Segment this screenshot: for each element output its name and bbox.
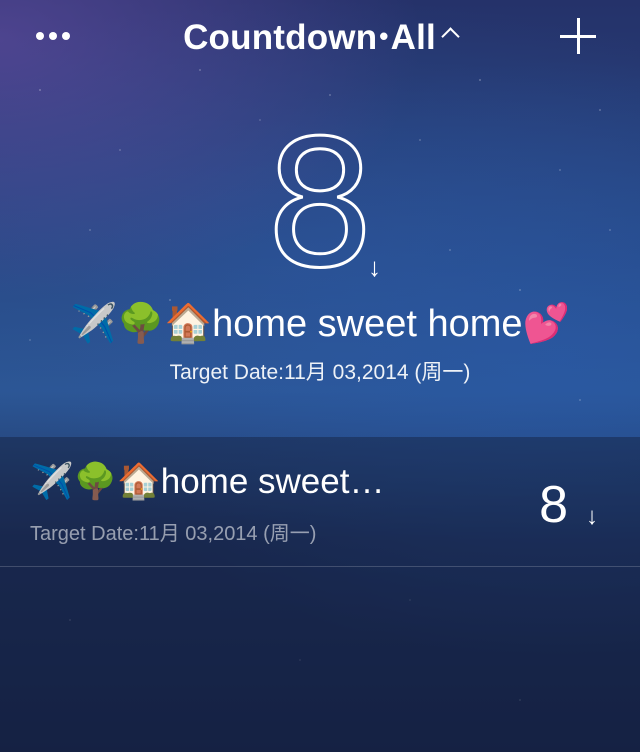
hero-days-count: 8 xyxy=(263,104,377,307)
list-item-title: ✈️🌳🏠home sweet… xyxy=(30,457,410,507)
add-button[interactable] xyxy=(558,16,598,56)
list-item-target-date: Target Date:11月 03,2014 (周一) xyxy=(30,523,317,545)
nav-bar: Countdown•All xyxy=(0,0,640,80)
list-item-days-count: 8 xyxy=(539,476,568,534)
countdown-list: ✈️🌳🏠home sweet… Target Date:11月 03,2014 … xyxy=(0,437,640,752)
list-item-title-text: home sweet… xyxy=(160,462,385,501)
title-separator: • xyxy=(379,21,389,51)
hero-event-title[interactable]: ✈️🌳🏠home sweet home💕 xyxy=(0,298,640,349)
category-selector[interactable]: Countdown•All xyxy=(0,18,640,58)
down-arrow-icon: ↓ xyxy=(586,503,598,530)
hero-target-date: Target Date:11月 03,2014 (周一) xyxy=(169,361,471,384)
plane-tree-house-emoji: ✈️🌳🏠 xyxy=(30,462,161,502)
hero-title-text: home sweet home xyxy=(212,303,523,345)
hearts-emoji: 💕 xyxy=(522,301,570,345)
down-arrow-icon: ↓ xyxy=(368,252,381,282)
plane-tree-house-emoji: ✈️🌳🏠 xyxy=(70,301,213,345)
category-filter-label: All xyxy=(390,18,436,57)
list-item[interactable]: ✈️🌳🏠home sweet… Target Date:11月 03,2014 … xyxy=(0,437,640,567)
chevron-up-icon xyxy=(441,27,460,46)
page-title: Countdown xyxy=(183,18,378,57)
